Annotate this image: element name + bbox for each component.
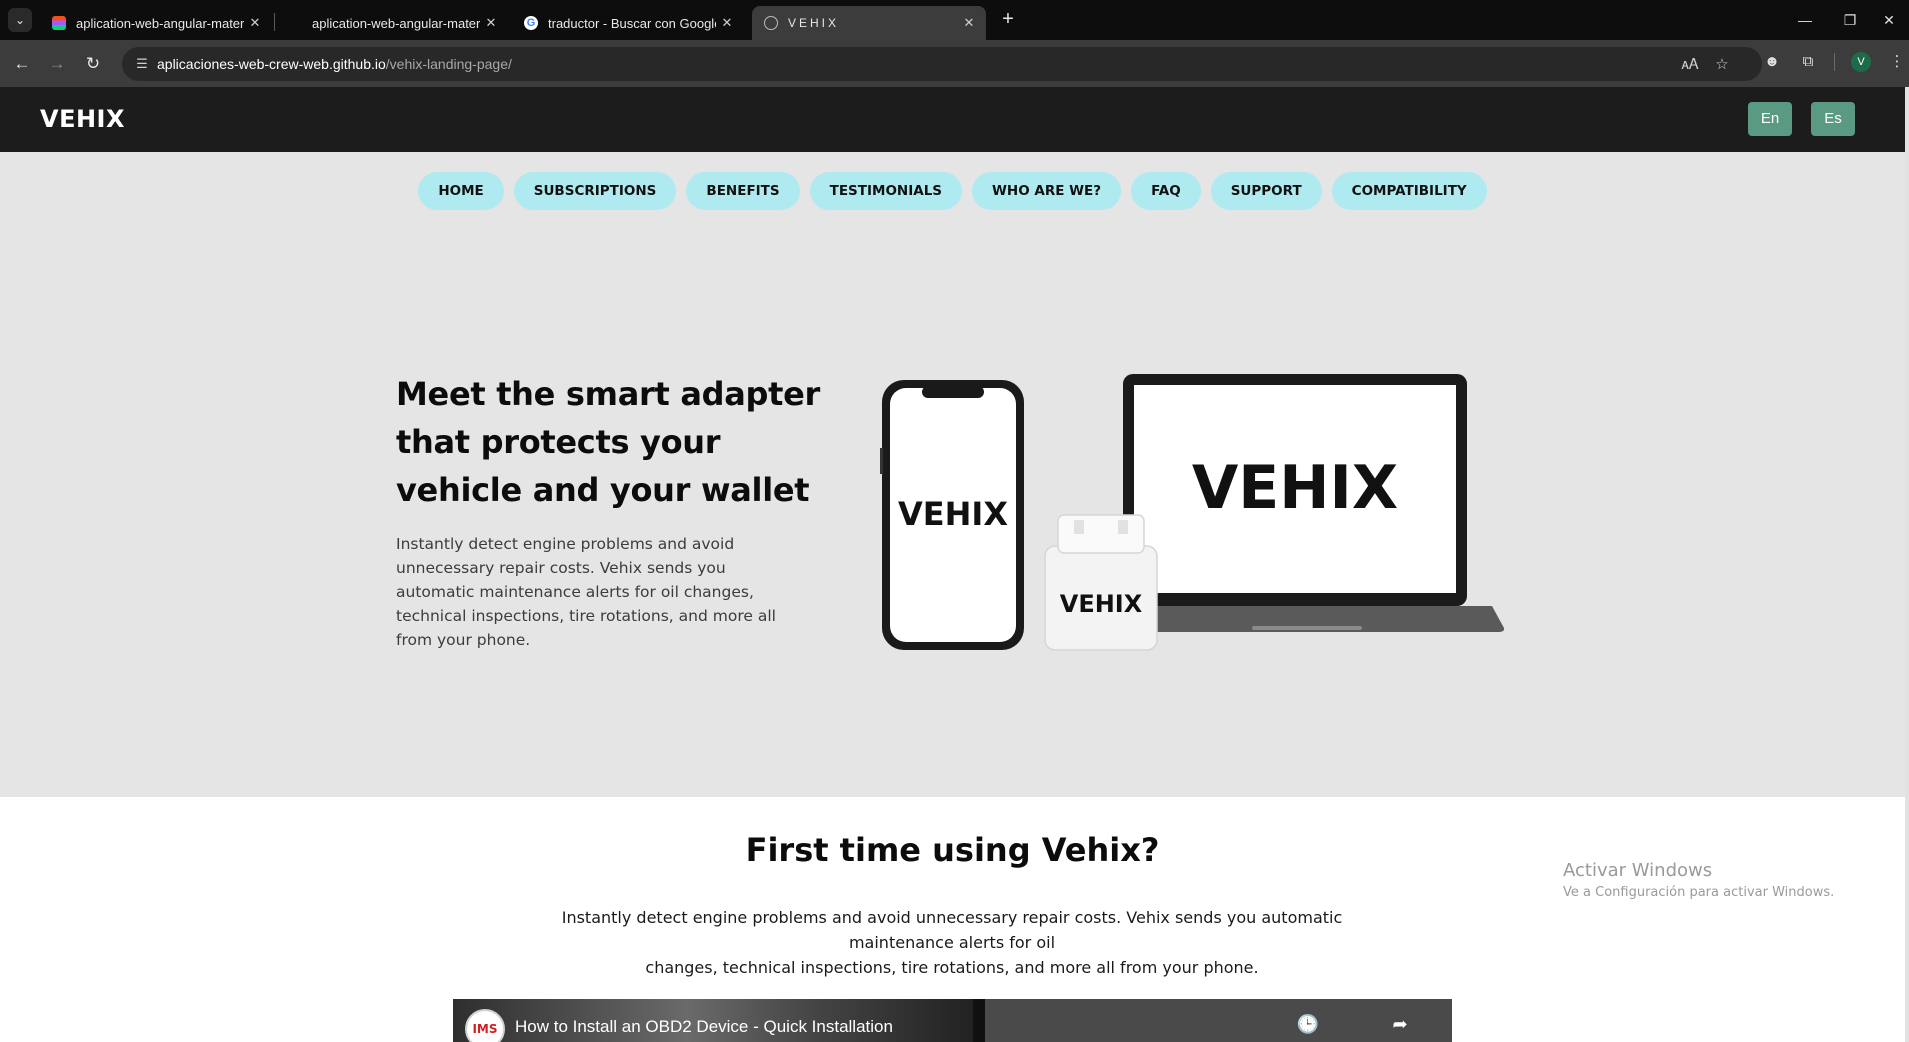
extensions-puzzle-icon[interactable]: ⧉ <box>1796 50 1820 74</box>
tab-search-chevron-icon[interactable]: ⌄ <box>8 8 32 32</box>
video-channel-logo[interactable]: IMS <box>465 1009 505 1042</box>
phone-label: VEHIX <box>898 495 1008 533</box>
adapter-label: VEHIX <box>1060 590 1143 618</box>
profile-avatar[interactable]: V <box>1851 52 1871 72</box>
nav-home[interactable]: HOME <box>418 172 504 210</box>
watch-later-clock-icon[interactable]: 🕒 <box>1293 1009 1323 1039</box>
forward-icon[interactable]: → <box>43 50 71 78</box>
bookmark-star-icon[interactable]: ☆ <box>1712 55 1732 75</box>
google-icon: G <box>524 16 538 30</box>
browser-tab[interactable]: aplication-web-angular-materi ✕ <box>276 6 508 40</box>
globe-icon <box>764 16 778 30</box>
nav-faq[interactable]: FAQ <box>1131 172 1201 210</box>
browser-toolbar: ← → ↻ ☰ aplicaciones-web-crew-web.github… <box>0 40 1909 87</box>
video-divider <box>973 999 985 1042</box>
main-nav: HOME SUBSCRIPTIONS BENEFITS TESTIMONIALS… <box>0 172 1905 210</box>
back-icon[interactable]: ← <box>8 50 36 78</box>
tab-title: traductor - Buscar con Google <box>548 15 716 31</box>
browser-tab[interactable]: aplication-web-angular-materi ✕ <box>40 6 272 40</box>
extension-avatar-icon[interactable]: ☻ <box>1760 50 1784 74</box>
translate-icon[interactable]: 🗚 <box>1680 55 1700 75</box>
windows-activation-watermark: Activar Windows Ve a Configuración para … <box>1563 860 1834 900</box>
first-time-description-line1: Instantly detect engine problems and avo… <box>561 908 1343 952</box>
nav-subscriptions[interactable]: SUBSCRIPTIONS <box>513 172 677 210</box>
video-title[interactable]: How to Install an OBD2 Device - Quick In… <box>515 1017 893 1037</box>
obd-adapter-image: VEHIX <box>1044 514 1158 651</box>
browser-tab-bar: ⌄ aplication-web-angular-materi ✕ aplica… <box>0 0 1909 40</box>
figma-icon <box>52 16 66 30</box>
browser-tab[interactable]: G traductor - Buscar con Google ✕ <box>512 6 744 40</box>
close-tab-icon[interactable]: ✕ <box>958 15 980 31</box>
phone-image: VEHIX <box>880 380 1024 650</box>
activation-line2: Ve a Configuración para activar Windows. <box>1563 885 1835 900</box>
tab-title: aplication-web-angular-materi <box>76 15 244 31</box>
language-en-button[interactable]: En <box>1748 102 1792 136</box>
tab-separator <box>274 13 275 31</box>
close-tab-icon[interactable]: ✕ <box>480 15 502 31</box>
site-logo[interactable]: VEHIX <box>40 105 125 133</box>
page-scrollbar[interactable] <box>1905 87 1909 1042</box>
minimize-icon[interactable]: — <box>1785 6 1825 34</box>
video-thumbnail-right <box>985 999 1452 1042</box>
first-time-description-line2: changes, technical inspections, tire rot… <box>645 958 1259 977</box>
nav-benefits[interactable]: BENEFITS <box>686 172 800 210</box>
site-header: VEHIX En Es <box>0 87 1905 152</box>
devices-illustration: VEHIX VEHIX VEHIX <box>880 374 1505 651</box>
share-icon[interactable]: ➦ <box>1385 1009 1415 1039</box>
blank-favicon-icon <box>288 16 302 30</box>
laptop-label: VEHIX <box>1192 453 1398 523</box>
toolbar-divider <box>1834 53 1835 71</box>
browser-menu-icon[interactable]: ⋮ <box>1885 50 1909 74</box>
url-text[interactable]: aplicaciones-web-crew-web.github.io/vehi… <box>157 56 512 72</box>
close-window-icon[interactable]: ✕ <box>1869 6 1909 34</box>
new-tab-icon[interactable]: + <box>996 8 1020 32</box>
tab-title: aplication-web-angular-materi <box>312 15 480 31</box>
language-es-button[interactable]: Es <box>1811 102 1855 136</box>
hero-description: Instantly detect engine problems and avo… <box>396 535 776 649</box>
activation-line1: Activar Windows <box>1563 860 1713 881</box>
reload-icon[interactable]: ↻ <box>79 50 107 78</box>
address-bar[interactable]: ☰ aplicaciones-web-crew-web.github.io/ve… <box>122 47 1762 81</box>
video-embed[interactable]: IMS How to Install an OBD2 Device - Quic… <box>453 999 1452 1042</box>
hero-section: HOME SUBSCRIPTIONS BENEFITS TESTIMONIALS… <box>0 152 1905 797</box>
close-tab-icon[interactable]: ✕ <box>244 15 266 31</box>
browser-tab-active[interactable]: VEHIX ✕ <box>752 6 986 40</box>
tab-title: VEHIX <box>788 16 840 30</box>
nav-who-are-we[interactable]: WHO ARE WE? <box>972 172 1122 210</box>
first-time-description: Instantly detect engine problems and avo… <box>552 905 1352 980</box>
nav-support[interactable]: SUPPORT <box>1210 172 1322 210</box>
hero-title: Meet the smart adapter that protects you… <box>396 375 820 509</box>
restore-icon[interactable]: ❐ <box>1830 6 1870 34</box>
close-tab-icon[interactable]: ✕ <box>716 15 738 31</box>
nav-testimonials[interactable]: TESTIMONIALS <box>809 172 963 210</box>
site-info-icon[interactable]: ☰ <box>132 54 152 74</box>
nav-compatibility[interactable]: COMPATIBILITY <box>1331 172 1487 210</box>
